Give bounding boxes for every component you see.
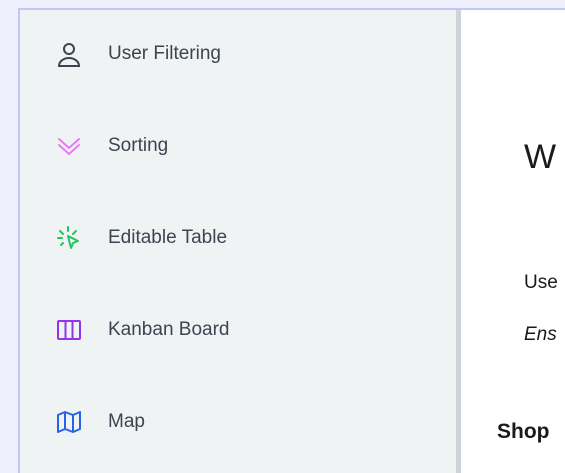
sidebar: User Filtering Sorting Editable Table Ka… [20,10,456,473]
sidebar-item-label: Kanban Board [108,319,230,340]
sidebar-item-editable-table[interactable]: Editable Table [20,218,450,258]
sidebar-item-label: Editable Table [108,227,228,248]
sidebar-item-label: Sorting [108,135,169,156]
sidebar-item-sorting[interactable]: Sorting [20,126,450,166]
sidebar-item-kanban-board[interactable]: Kanban Board [20,310,450,350]
sidebar-item-map[interactable]: Map [20,402,450,442]
sidebar-item-user-filtering[interactable]: User Filtering [20,34,450,74]
cursor-click-icon [56,225,82,251]
user-icon [56,41,82,67]
columns-icon [56,317,82,343]
intro-paragraph: Use [524,272,558,293]
map-icon [56,409,82,435]
note-paragraph: Ens [524,324,557,345]
section-heading: Shop [497,420,550,443]
app-window: User Filtering Sorting Editable Table Ka… [18,8,565,473]
sidebar-item-label: Map [108,411,145,432]
main-content: W Use Ens Shop [461,10,565,473]
page-title: W [524,138,557,176]
sidebar-item-label: User Filtering [108,43,221,64]
chevrons-down-icon [56,133,82,159]
